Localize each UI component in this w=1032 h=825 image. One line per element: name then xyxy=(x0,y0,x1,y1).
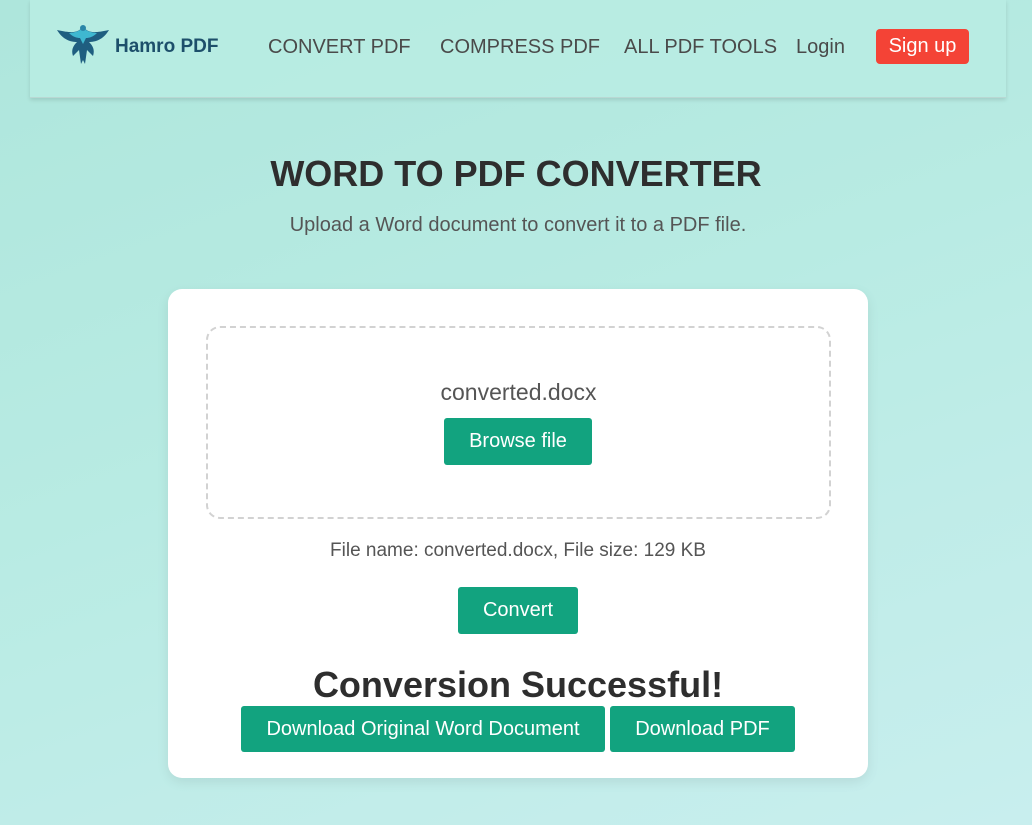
phoenix-bird-icon xyxy=(57,25,109,64)
convert-button[interactable]: Convert xyxy=(458,587,578,634)
file-info: File name: converted.docx, File size: 12… xyxy=(330,540,706,561)
brand-logo[interactable]: Hamro PDF xyxy=(55,20,218,66)
download-original-button[interactable]: Download Original Word Document xyxy=(241,706,605,752)
converter-card: converted.docx Browse file File name: co… xyxy=(168,289,868,778)
browse-file-button[interactable]: Browse file xyxy=(444,418,592,465)
download-pdf-button[interactable]: Download PDF xyxy=(610,706,795,752)
selected-file-name: converted.docx xyxy=(440,379,597,405)
success-message: Conversion Successful! xyxy=(312,664,724,705)
nav-convert-pdf[interactable]: CONVERT PDF xyxy=(268,36,411,59)
signup-button[interactable]: Sign up xyxy=(876,29,969,64)
page-subtitle: Upload a Word document to convert it to … xyxy=(289,214,747,236)
top-navbar: Hamro PDF CONVERT PDF COMPRESS PDF ALL P… xyxy=(30,0,1006,98)
page-title: WORD TO PDF CONVERTER xyxy=(270,153,762,194)
brand-name: Hamro PDF xyxy=(115,36,219,57)
nav-compress-pdf[interactable]: COMPRESS PDF xyxy=(440,36,600,59)
file-dropzone[interactable]: converted.docx Browse file xyxy=(206,326,831,519)
nav-all-pdf-tools[interactable]: ALL PDF TOOLS xyxy=(624,36,777,59)
nav-login[interactable]: Login xyxy=(796,36,845,59)
